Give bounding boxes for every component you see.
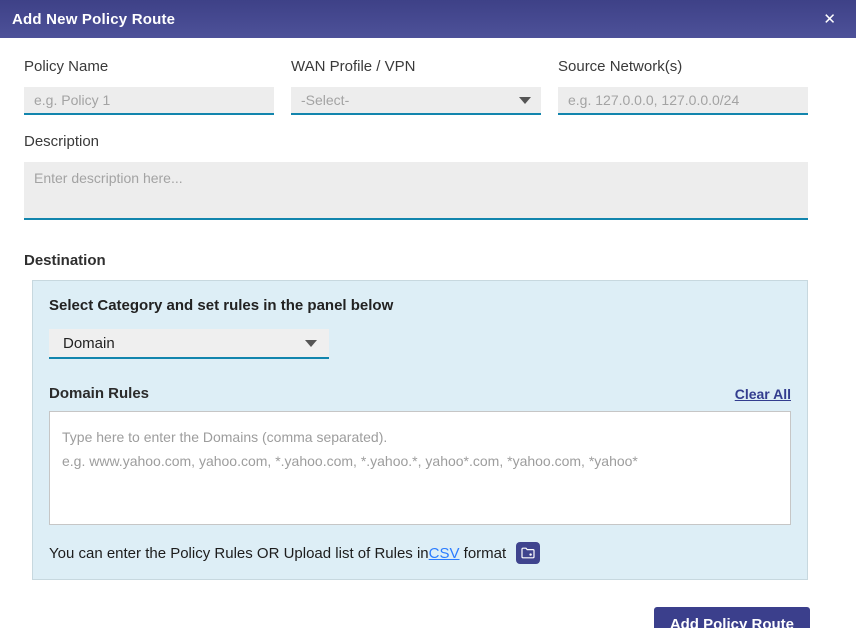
policy-name-input[interactable] [24,87,274,115]
rules-placeholder-line1: Type here to enter the Domains (comma se… [62,429,388,445]
modal-footer: Add Policy Route [0,607,856,628]
folder-icon [521,547,535,559]
add-policy-route-button[interactable]: Add Policy Route [653,607,810,628]
policy-name-label: Policy Name [24,58,109,75]
domain-rules-label: Domain Rules [49,385,150,402]
description-textarea[interactable] [24,162,808,220]
source-networks-label: Source Network(s) [558,58,683,75]
modal-body: Policy Name WAN Profile / VPN -Select- S… [0,58,856,580]
description-label: Description [24,133,100,150]
category-select[interactable]: Domain [49,329,329,359]
csv-link[interactable]: CSV [429,545,460,562]
wan-profile-select[interactable]: -Select- [291,87,541,115]
chevron-down-icon [519,96,531,104]
upload-hint-text: You can enter the Policy Rules OR Upload… [49,544,429,562]
upload-hint-suffix: format [459,544,507,562]
top-field-row: Policy Name WAN Profile / VPN -Select- S… [24,58,808,115]
wan-profile-label: WAN Profile / VPN [291,58,416,75]
destination-panel: Select Category and set rules in the pan… [32,280,808,580]
modal-title: Add New Policy Route [12,10,176,28]
category-selected-value: Domain [63,334,115,352]
chevron-down-icon [305,339,317,347]
destination-section-label: Destination [24,252,106,269]
upload-csv-button[interactable] [516,542,541,564]
modal-header: Add New Policy Route ✕ [0,0,856,38]
wan-profile-field-group: WAN Profile / VPN -Select- [291,58,541,115]
rules-header: Domain Rules Clear All [49,385,791,402]
policy-name-field-group: Policy Name [24,58,274,115]
source-networks-field-group: Source Network(s) [558,58,808,115]
source-networks-input[interactable] [558,87,808,115]
clear-all-link[interactable]: Clear All [735,386,791,402]
close-icon[interactable]: ✕ [817,8,842,31]
rules-placeholder-line2: e.g. www.yahoo.com, yahoo.com, *.yahoo.c… [62,453,638,469]
destination-panel-title: Select Category and set rules in the pan… [49,297,394,314]
description-field-group: Description [24,133,808,225]
domain-rules-input[interactable]: Type here to enter the Domains (comma se… [49,411,791,525]
upload-hint: You can enter the Policy Rules OR Upload… [49,542,791,564]
wan-profile-selected-value: -Select- [301,92,350,108]
